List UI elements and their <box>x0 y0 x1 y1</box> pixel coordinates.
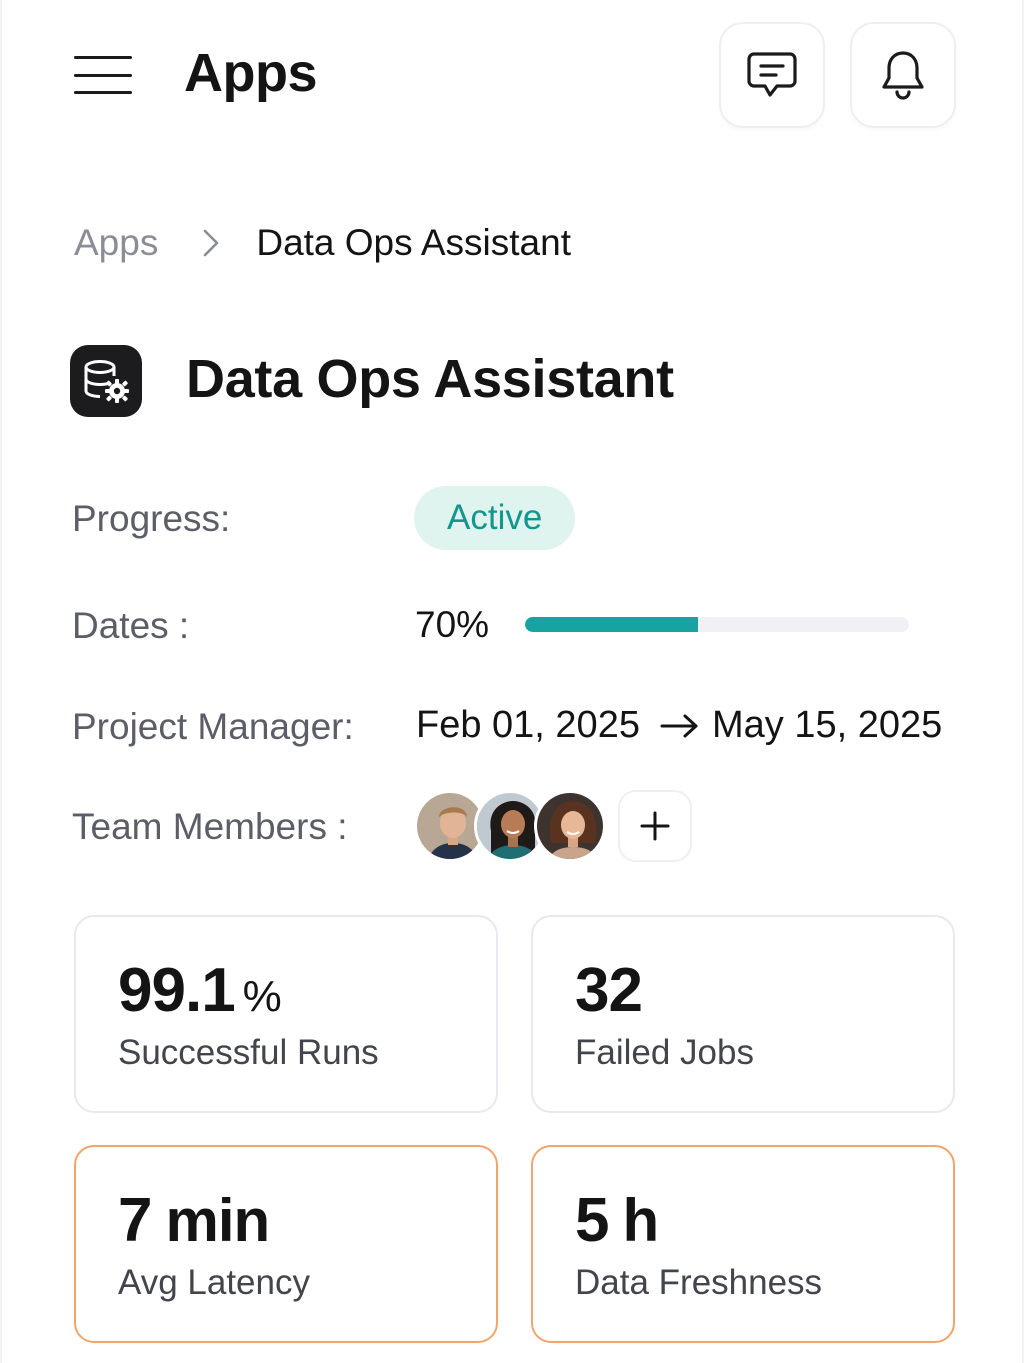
stat-caption: Data Freshness <box>575 1263 823 1302</box>
stat-value: 99.1% <box>118 956 282 1025</box>
stat-value: 5h <box>575 1186 659 1255</box>
arrow-right-icon <box>660 713 700 739</box>
start-date: Feb 01, 2025 <box>416 704 640 746</box>
hamburger-menu-icon[interactable] <box>74 56 132 94</box>
plus-icon <box>640 811 670 841</box>
stat-value: 32 <box>575 956 643 1025</box>
team-avatars <box>414 790 606 862</box>
stat-caption: Successful Runs <box>118 1033 379 1072</box>
breadcrumb-apps-link[interactable]: Apps <box>74 222 158 264</box>
stat-card-failed-jobs[interactable]: 32 Failed Jobs <box>531 915 955 1113</box>
breadcrumb-current: Data Ops Assistant <box>256 222 571 263</box>
chevron-right-icon <box>202 228 220 258</box>
end-date: May 15, 2025 <box>711 704 943 746</box>
progress-percent: 70% <box>415 604 490 645</box>
dates-label: Dates : <box>72 605 190 646</box>
breadcrumb: Apps Data Ops Assistant <box>74 222 571 264</box>
stat-caption: Failed Jobs <box>575 1033 754 1072</box>
page-title: Apps <box>184 43 318 103</box>
add-member-button[interactable] <box>618 790 692 862</box>
stat-value: 7 min <box>118 1186 270 1255</box>
chat-button[interactable] <box>719 22 825 128</box>
date-range: Feb 01, 2025 May 15, 2025 <box>416 704 942 747</box>
project-title: Data Ops Assistant <box>186 349 674 409</box>
progress-bar <box>525 617 909 632</box>
bell-icon <box>882 51 924 100</box>
avatar[interactable] <box>534 790 606 862</box>
project-manager-label: Project Manager: <box>72 706 354 747</box>
stat-card-successful-runs[interactable]: 99.1% Successful Runs <box>74 915 498 1113</box>
chat-bubble-icon <box>747 52 797 97</box>
progress-label: Progress: <box>72 498 231 539</box>
notifications-button[interactable] <box>850 22 956 128</box>
stat-card-avg-latency[interactable]: 7 min Avg Latency <box>74 1145 498 1343</box>
stat-caption: Avg Latency <box>118 1263 310 1302</box>
team-members-label: Team Members : <box>72 806 348 847</box>
app-page: Apps Apps Data Ops Assistant Data Ops As… <box>0 0 1024 1363</box>
stat-card-data-freshness[interactable]: 5h Data Freshness <box>531 1145 955 1343</box>
progress-bar-fill <box>525 617 698 632</box>
status-badge: Active <box>414 486 576 550</box>
database-gear-icon <box>70 345 142 417</box>
